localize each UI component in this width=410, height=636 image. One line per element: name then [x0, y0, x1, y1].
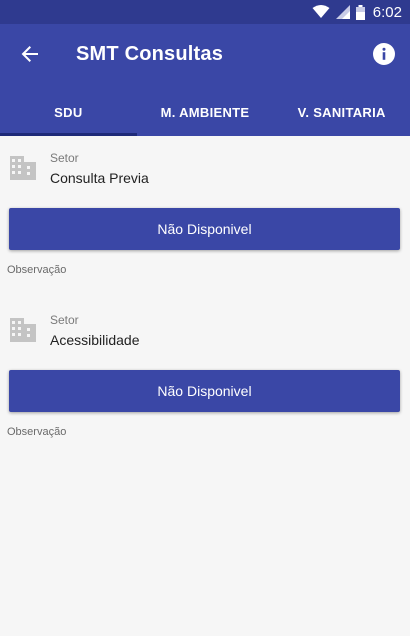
signal-icon [335, 5, 350, 19]
wifi-icon [312, 5, 330, 19]
back-button[interactable] [16, 42, 44, 70]
tab-label: M. AMBIENTE [160, 104, 250, 120]
tab-label: V. SANITARIA [297, 104, 386, 120]
status-button-label: Não Disponivel [157, 221, 252, 237]
sector-label: Setor [50, 151, 79, 165]
sector-label: Setor [50, 313, 79, 327]
battery-icon [355, 4, 365, 20]
building-icon [10, 156, 36, 180]
tab-m-ambiente[interactable]: M. AMBIENTE [137, 88, 274, 136]
sector-value: Acessibilidade [50, 332, 140, 348]
status-bar: 6:02 [0, 0, 410, 24]
status-button-label: Não Disponivel [157, 383, 252, 399]
tab-sdu[interactable]: SDU [0, 88, 137, 136]
status-button[interactable]: Não Disponivel [9, 208, 400, 250]
observation-label: Observação [7, 426, 67, 438]
info-button[interactable] [372, 42, 396, 70]
info-icon [373, 42, 395, 70]
app-title: SMT Consultas [76, 43, 224, 65]
arrow-back-icon [20, 44, 40, 69]
tab-bar: SDU M. AMBIENTE V. SANITARIA [0, 88, 410, 136]
building-icon [10, 318, 36, 342]
observation-label: Observação [7, 264, 67, 276]
sector-value: Consulta Previa [50, 170, 149, 186]
app-bar: SMT Consultas [0, 24, 410, 88]
status-time: 6:02 [372, 3, 402, 21]
tab-label: SDU [54, 104, 83, 120]
tab-v-sanitaria[interactable]: V. SANITARIA [273, 88, 410, 136]
status-button[interactable]: Não Disponivel [9, 370, 400, 412]
content-list: Setor Consulta Previa Não Disponivel Obs… [0, 136, 410, 636]
